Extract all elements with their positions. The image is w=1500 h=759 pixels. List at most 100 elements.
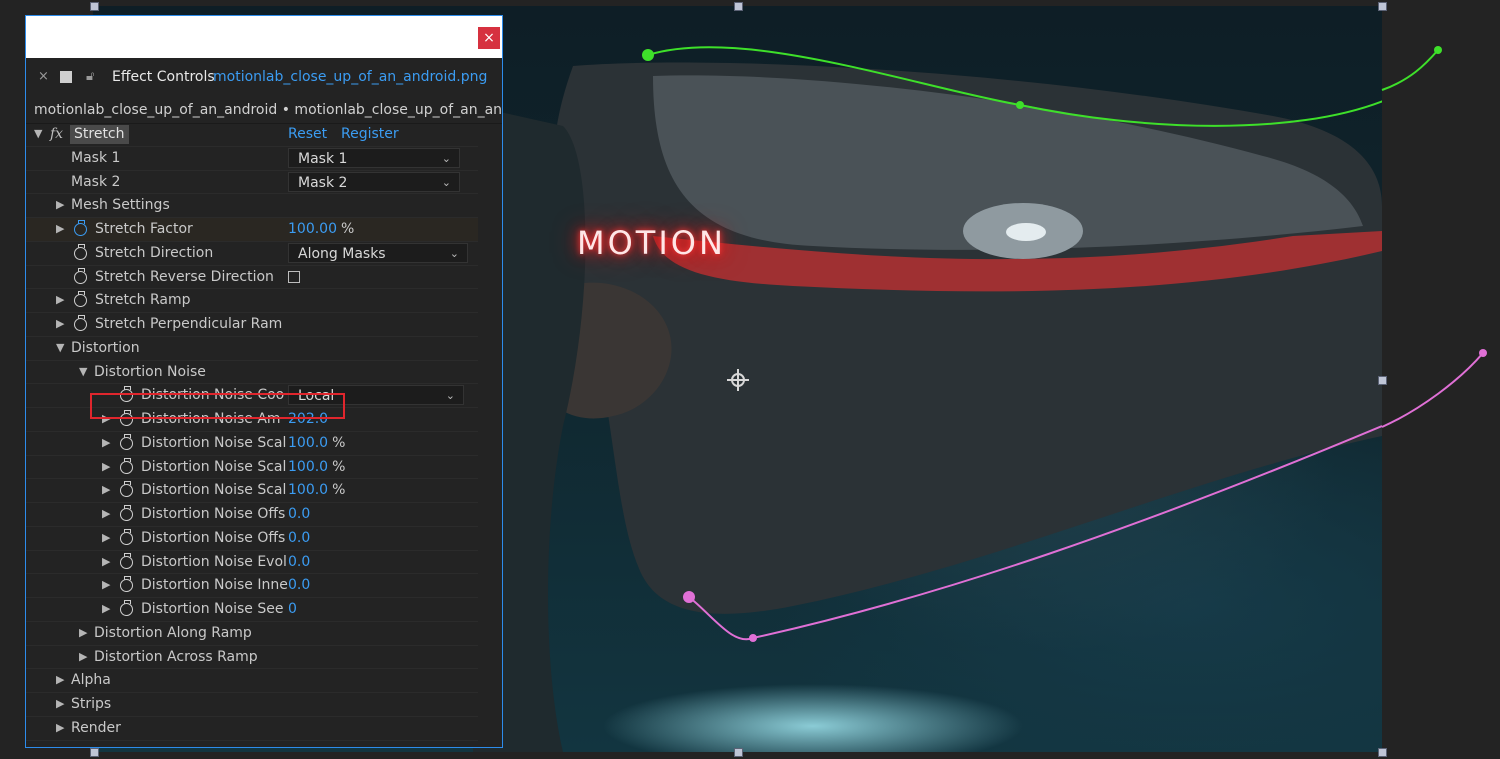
dn-scale-value[interactable]: 100.0%	[288, 432, 345, 455]
stopwatch-icon[interactable]	[74, 220, 87, 236]
param-row-strips[interactable]: ▶ Strips	[26, 693, 478, 717]
layer-handle[interactable]	[734, 2, 743, 11]
close-button[interactable]: ×	[478, 27, 500, 49]
dn-inner-value[interactable]: 0.0	[288, 574, 310, 597]
stopwatch-icon[interactable]	[120, 505, 133, 521]
stretch-factor-value[interactable]: 100.00%	[288, 218, 354, 241]
effect-name[interactable]: Stretch	[70, 125, 129, 144]
panel-titlebar[interactable]: ×	[26, 16, 502, 58]
layer-handle[interactable]	[90, 2, 99, 11]
mask1-dropdown[interactable]: Mask 1 ⌄	[288, 147, 460, 168]
reset-link[interactable]: Reset	[288, 123, 327, 146]
expand-chevron-icon[interactable]: ▶	[102, 432, 110, 455]
stopwatch-icon[interactable]	[120, 433, 133, 450]
stopwatch-icon[interactable]	[120, 552, 133, 569]
expand-chevron-icon[interactable]: ▶	[102, 456, 110, 479]
expand-chevron-icon[interactable]: ▶	[102, 598, 110, 621]
chevron-down-icon: ⌄	[441, 175, 451, 189]
param-row-mesh-settings[interactable]: ▶ Mesh Settings	[26, 194, 478, 218]
dn-offset-value[interactable]: 0.0	[288, 503, 310, 526]
expand-chevron-icon[interactable]: ▶	[56, 693, 64, 716]
panel-tab[interactable]: × 🔓︎ Effect Controls motionlab_close_up_…	[26, 61, 502, 93]
panel-menu-icon[interactable]	[60, 71, 72, 83]
param-label: Mask 2	[71, 173, 121, 190]
expand-chevron-icon[interactable]: ▶	[102, 574, 110, 597]
expand-chevron-icon[interactable]: ▶	[79, 646, 87, 669]
mask-1-vertex[interactable]	[1016, 101, 1024, 109]
param-label: Stretch Reverse Direction	[95, 268, 274, 285]
mask-2-vertex[interactable]	[749, 634, 757, 642]
stopwatch-icon[interactable]	[74, 315, 87, 331]
stopwatch-icon[interactable]	[74, 243, 87, 260]
stopwatch-icon[interactable]	[120, 600, 133, 616]
stretch-direction-dropdown[interactable]: Along Masks ⌄	[288, 242, 468, 263]
layer-handle[interactable]	[1378, 748, 1387, 757]
stopwatch-icon[interactable]	[120, 576, 133, 593]
lock-icon[interactable]: 🔓︎	[86, 61, 94, 93]
stopwatch-icon[interactable]	[74, 291, 87, 308]
expand-chevron-icon[interactable]: ▶	[56, 218, 64, 241]
dn-offset-value[interactable]: 0.0	[288, 527, 310, 550]
param-label: Distortion Noise Scal	[141, 458, 287, 475]
chrome-spot	[1006, 223, 1046, 241]
param-row-distortion-along[interactable]: ▶ Distortion Along Ramp	[26, 622, 478, 646]
mask2-dropdown[interactable]: Mask 2 ⌄	[288, 171, 460, 192]
expand-chevron-icon[interactable]: ▶	[102, 503, 110, 526]
effect-controls-panel: × × 🔓︎ Effect Controls motionlab_close_u…	[25, 15, 503, 748]
tab-layer-name[interactable]: motionlab_close_up_of_an_android.png	[213, 61, 487, 93]
expand-chevron-icon[interactable]: ▶	[102, 479, 110, 502]
stopwatch-icon[interactable]	[74, 267, 87, 284]
layer-handle[interactable]	[90, 748, 99, 757]
collapse-chevron-icon[interactable]: ▼	[34, 123, 42, 146]
stretch-reverse-checkbox[interactable]	[288, 270, 300, 283]
param-row-stretch-direction: Stretch Direction Along Masks ⌄	[26, 242, 478, 266]
register-link[interactable]: Register	[341, 123, 399, 146]
fx-icon[interactable]: fx	[50, 123, 63, 146]
collapse-chevron-icon[interactable]: ▼	[79, 361, 87, 384]
value-number[interactable]: 100.0	[288, 435, 328, 451]
layer-handle[interactable]	[1378, 2, 1387, 11]
dn-seed-value[interactable]: 0	[288, 598, 297, 621]
dn-scale-value[interactable]: 100.0%	[288, 479, 345, 502]
param-row-alpha[interactable]: ▶ Alpha	[26, 669, 478, 693]
layer-handle[interactable]	[734, 748, 743, 757]
value-number[interactable]: 100.00	[288, 221, 337, 237]
effect-header-row[interactable]: ▼ fx Stretch Reset Register	[26, 123, 478, 147]
expand-chevron-icon[interactable]: ▶	[79, 622, 87, 645]
expand-chevron-icon[interactable]: ▶	[56, 313, 64, 336]
expand-chevron-icon[interactable]: ▶	[56, 669, 64, 692]
param-row-dn-scale: ▶ Distortion Noise Scal 100.0%	[26, 432, 478, 456]
param-row-distortion-noise[interactable]: ▼ Distortion Noise	[26, 361, 478, 385]
dn-scale-value[interactable]: 100.0%	[288, 456, 345, 479]
param-row-render[interactable]: ▶ Render	[26, 717, 478, 741]
collapse-chevron-icon[interactable]: ▼	[56, 337, 64, 360]
value-number[interactable]: 100.0	[288, 459, 328, 475]
dn-evolution-value[interactable]: 0.0	[288, 551, 310, 574]
expand-chevron-icon[interactable]: ▶	[56, 289, 64, 312]
param-label: Mask 1	[71, 149, 121, 166]
chevron-down-icon: ⌄	[441, 151, 451, 165]
stopwatch-icon[interactable]	[120, 457, 133, 474]
mask-2-vertex[interactable]	[683, 591, 695, 603]
param-row-distortion-across[interactable]: ▶ Distortion Across Ramp	[26, 646, 478, 670]
value-number[interactable]: 100.0	[288, 482, 328, 498]
param-row-stretch-ramp[interactable]: ▶ Stretch Ramp	[26, 289, 478, 313]
stopwatch-icon[interactable]	[120, 481, 133, 498]
param-row-stretch-perp[interactable]: ▶ Stretch Perpendicular Ram	[26, 313, 478, 337]
param-label: Distortion Noise	[94, 363, 206, 380]
expand-chevron-icon[interactable]: ▶	[56, 717, 64, 740]
stopwatch-icon[interactable]	[120, 528, 133, 545]
mask-1-vertex[interactable]	[1434, 46, 1442, 54]
mask-2-vertex[interactable]	[1479, 349, 1487, 357]
mask-1-vertex[interactable]	[642, 49, 654, 61]
param-label: Stretch Perpendicular Ram	[95, 316, 283, 332]
layer-handle[interactable]	[1378, 376, 1387, 385]
tab-close-icon[interactable]: ×	[38, 61, 49, 93]
anchor-point-icon[interactable]	[727, 369, 749, 391]
param-row-stretch-reverse: Stretch Reverse Direction	[26, 266, 478, 290]
param-row-distortion[interactable]: ▼ Distortion	[26, 337, 478, 361]
expand-chevron-icon[interactable]: ▶	[102, 527, 110, 550]
expand-chevron-icon[interactable]: ▶	[102, 551, 110, 574]
expand-chevron-icon[interactable]: ▶	[56, 194, 64, 217]
param-label: Distortion Noise See	[141, 601, 284, 617]
